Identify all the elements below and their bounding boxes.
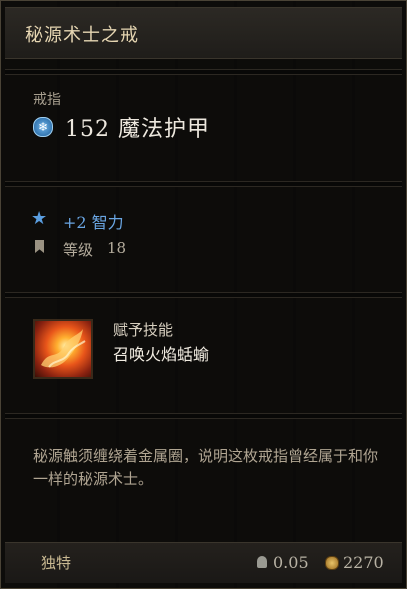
rarity-label: 独特 <box>41 554 72 572</box>
item-price: 2270 <box>343 553 384 572</box>
divider <box>5 181 402 187</box>
level-value: 18 <box>107 239 127 257</box>
flavor-text: 秘源触须缠绕着金属圈，说明这枚戒指曾经属于和你一样的秘源术士。 <box>33 447 379 488</box>
item-category: 戒指 <box>33 92 61 108</box>
item-weight: 0.05 <box>273 553 309 572</box>
magic-armor-value: 152 魔法护甲 <box>65 117 210 142</box>
item-title: 秘源术士之戒 <box>25 25 139 46</box>
stat-bonus: +2 智力 <box>63 213 124 232</box>
divider <box>5 413 402 419</box>
level-label: 等级 <box>63 241 94 259</box>
gold-coin-icon <box>325 556 339 570</box>
weight-icon <box>257 556 267 568</box>
skill-heading: 赋予技能 <box>113 321 174 339</box>
magic-armor-snowflake-icon: ❄ <box>33 117 53 137</box>
bookmark-icon <box>35 240 44 253</box>
star-icon: ★ <box>31 208 48 229</box>
divider <box>5 69 402 75</box>
skill-name: 召唤火焰蛞蝓 <box>113 345 210 364</box>
fire-slug-skill-icon <box>33 319 93 379</box>
divider <box>5 292 402 298</box>
item-tooltip: 秘源术士之戒 戒指 ❄ 152 魔法护甲 ★ +2 智力 等级 18 赋予技能 … <box>0 0 407 589</box>
